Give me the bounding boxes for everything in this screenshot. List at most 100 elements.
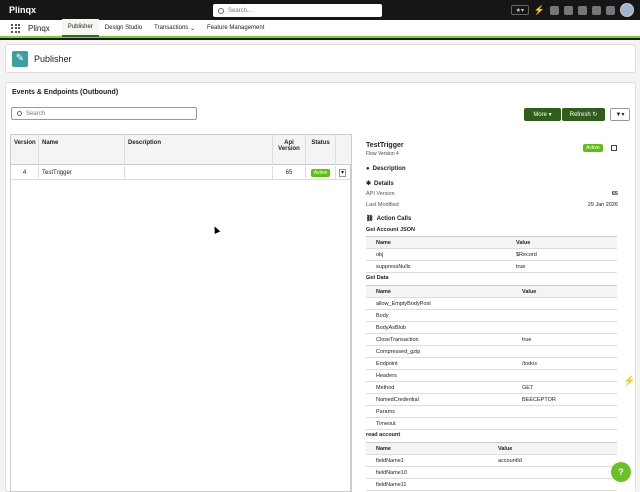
item-name: fieldName1 xyxy=(376,458,404,464)
item-name: Endpoint xyxy=(376,361,398,367)
top-bar: Plinqx Search... ★▾ ⚡ xyxy=(0,0,640,20)
header-value: Value xyxy=(498,446,513,452)
description-label: Description xyxy=(372,166,406,172)
external-link-icon[interactable] xyxy=(611,145,617,151)
item-name: Timeout xyxy=(376,421,396,427)
avatar[interactable] xyxy=(620,3,634,17)
item-name: BodyAsBlob xyxy=(376,325,406,331)
gear-icon: ✱ xyxy=(366,181,372,187)
list-item: Endpoint/todos xyxy=(366,358,617,370)
action-calls-label: Action Calls xyxy=(376,215,412,222)
api-version-row: API Version 65 xyxy=(366,191,618,197)
group-table-header: Name Value xyxy=(366,237,617,249)
header-name: Name xyxy=(376,240,391,246)
list-item: suppressNulls true xyxy=(366,261,617,273)
item-name: fieldName11 xyxy=(376,482,407,488)
events-table: Version Name Description Api Version Sta… xyxy=(10,134,357,492)
item-name: allow_EmptyBodyPost xyxy=(376,301,431,307)
gear-icon[interactable] xyxy=(592,5,601,15)
list-item: fieldName1 accountId xyxy=(366,455,617,467)
chevron-down-icon: ⌄ xyxy=(189,25,195,32)
item-name: suppressNulls xyxy=(376,264,411,270)
bell-icon[interactable] xyxy=(606,5,615,15)
info-icon: ● xyxy=(366,166,370,172)
item-value: GET xyxy=(522,385,534,391)
column-header-description[interactable]: Description xyxy=(125,135,273,165)
add-icon[interactable] xyxy=(550,5,559,15)
row-action-menu[interactable]: ▾ xyxy=(336,166,352,180)
app-launcher-icon[interactable] xyxy=(11,23,20,33)
detail-panel: TestTrigger Flow Version 4 Active ● Descr… xyxy=(351,134,635,492)
item-value: accountId xyxy=(498,458,522,464)
favorites-button[interactable]: ★▾ xyxy=(510,5,529,15)
detail-title: TestTrigger xyxy=(366,142,404,149)
list-item: obj $Record xyxy=(366,249,617,261)
global-search-input[interactable]: Search... xyxy=(213,4,382,17)
page-header: ✎ Publisher xyxy=(5,44,636,73)
table-row[interactable]: 4 TestTrigger 65 Active ▾ xyxy=(11,166,357,180)
list-item: BodyAsBlob xyxy=(366,322,617,334)
refresh-button-label: Refresh xyxy=(569,111,591,118)
list-item: NamedCredential BEECEPTOR xyxy=(366,394,617,406)
last-modified-value: 29 Jan 2026 xyxy=(587,202,618,208)
chevron-down-icon: ▾ xyxy=(548,112,552,118)
more-button[interactable]: More ▾ xyxy=(524,108,561,121)
trailhead-icon[interactable] xyxy=(564,5,573,15)
bolt-icon[interactable]: ⚡ xyxy=(623,376,635,387)
item-value: true xyxy=(516,264,526,270)
app-name: Plinqx xyxy=(28,23,50,33)
filter-icon: ▼▾ xyxy=(615,112,625,118)
column-header-status[interactable]: Status xyxy=(306,135,336,165)
group-table-header: Name Value xyxy=(366,443,617,455)
api-version-label: API Version xyxy=(366,191,395,197)
group-table-read-account: Name Value fieldName1 accountId fieldName1… xyxy=(366,442,617,491)
header-value: Value xyxy=(516,240,531,246)
help-icon[interactable] xyxy=(578,5,587,15)
group-table-header: Name Value xyxy=(366,286,617,298)
list-item: Method GET xyxy=(366,382,617,394)
nav-item-transactions[interactable]: Transactions ⌄ xyxy=(148,19,201,37)
refresh-button[interactable]: Refresh ↻ xyxy=(562,108,605,121)
card-title: Events & Endpoints (Outbound) xyxy=(12,89,119,96)
status-badge: Active xyxy=(310,169,331,177)
item-name: Body xyxy=(376,313,389,319)
list-search-input[interactable]: Search xyxy=(11,107,197,120)
item-name: NamedCredential xyxy=(376,397,419,403)
nav-item-publisher[interactable]: Publisher xyxy=(61,19,99,37)
nav-item-feature-management[interactable]: Feature Management xyxy=(201,19,270,37)
list-item: Headers xyxy=(366,370,617,382)
item-name: Headers xyxy=(376,373,397,379)
header-name: Name xyxy=(376,289,391,295)
nav-item-design-studio[interactable]: Design Studio xyxy=(99,19,148,37)
chevron-down-icon: ▾ xyxy=(339,169,347,177)
help-button[interactable]: ? xyxy=(611,462,631,482)
app-logo[interactable]: Plinqx xyxy=(9,5,36,15)
item-name: fieldName10 xyxy=(376,470,407,476)
details-label: Details xyxy=(374,180,394,187)
global-search-placeholder: Search... xyxy=(228,7,253,14)
item-value: BEECEPTOR xyxy=(522,397,556,403)
header-value: Value xyxy=(522,289,537,295)
more-button-label: More xyxy=(533,111,547,118)
list-item: Compressed_gzip xyxy=(366,346,617,358)
group-table-get-account-json: Name Value obj $Record suppressNulls true xyxy=(366,236,617,273)
top-bar-icons: ★▾ ⚡ xyxy=(510,3,634,17)
group-title: read account xyxy=(366,432,401,438)
list-item: Params xyxy=(366,406,617,418)
group-table-get-data: Name Value allow_EmptyBodyPost Body BodyA… xyxy=(366,285,617,430)
cell-api-version: 65 xyxy=(273,166,306,180)
column-header-name[interactable]: Name xyxy=(39,135,125,165)
bolt-icon[interactable]: ⚡ xyxy=(534,5,545,15)
group-title: Get Data xyxy=(366,275,389,281)
column-header-api-version[interactable]: Api Version xyxy=(273,135,306,165)
filter-button[interactable]: ▼▾ xyxy=(610,108,630,121)
link-icon: ⛓ xyxy=(366,216,374,222)
cell-name[interactable]: TestTrigger xyxy=(39,166,125,180)
search-icon xyxy=(218,7,224,14)
item-name: Params xyxy=(376,409,395,415)
cell-status: Active xyxy=(306,166,336,180)
item-value: $Record xyxy=(516,252,537,258)
column-header-version[interactable]: Version xyxy=(11,135,39,165)
detail-subtitle: Flow Version 4 xyxy=(366,151,399,157)
description-section: ● Description xyxy=(366,166,406,172)
